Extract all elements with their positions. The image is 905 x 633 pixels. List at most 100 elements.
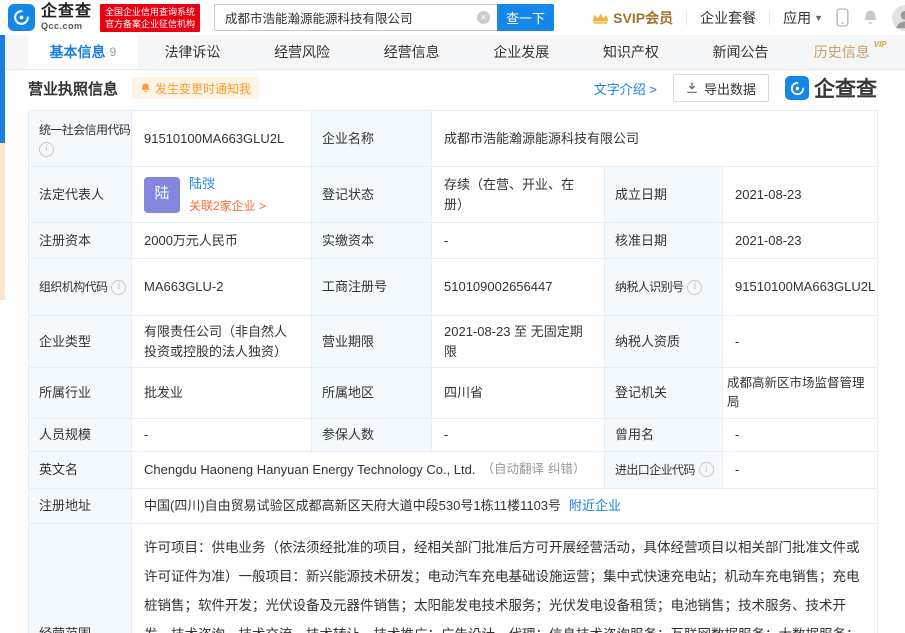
brand-block[interactable]: 企查查 Qcc.com: [41, 4, 92, 31]
label-import-export-code: 进出口企业代码: [605, 452, 723, 489]
label-english-name: 英文名: [29, 452, 132, 489]
svip-member-link[interactable]: SVIP会员: [592, 8, 673, 28]
tab-business-risk[interactable]: 经营风险: [247, 35, 357, 69]
business-license-table: 统一社会信用代码 91510100MA663GLU2L 企业名称 成都市浩能瀚源…: [28, 110, 878, 633]
value-english-name: Chengdu Haoneng Hanyuan Energy Technolog…: [132, 452, 605, 489]
value-taxpayer-quality: -: [723, 316, 878, 368]
nearby-companies-link[interactable]: 附近企业: [569, 496, 621, 516]
value-registration-authority: 成都高新区市场监督管理局: [723, 368, 878, 419]
info-icon[interactable]: [39, 142, 54, 157]
tab-basic-info-label: 基本信息: [49, 42, 105, 62]
tab-news[interactable]: 新闻公告: [686, 35, 796, 69]
value-insured-count: -: [432, 419, 605, 452]
label-business-scope: 经营范围: [29, 524, 132, 633]
header-menu: SVIP会员 企业套餐 应用 ▼: [592, 5, 905, 31]
search-box: ✕ 查一下: [214, 4, 554, 31]
apps-label: 应用: [783, 8, 811, 28]
label-industry: 所属行业: [29, 368, 132, 419]
side-strip-blue: [0, 35, 5, 143]
value-taxpayer-id: 91510100MA663GLU2L: [723, 259, 878, 316]
correction-link[interactable]: 纠错）: [548, 460, 586, 479]
label-registration-status: 登记状态: [312, 167, 432, 223]
search-input[interactable]: [214, 4, 497, 31]
qcc-watermark: 企查查: [785, 73, 877, 103]
user-avatar[interactable]: [892, 5, 905, 31]
value-business-term: 2021-08-23 至 无固定期限: [432, 316, 605, 368]
label-credit-code: 统一社会信用代码: [29, 111, 132, 167]
value-establish-date: 2021-08-23: [723, 167, 878, 223]
label-registration-authority: 登记机关: [605, 368, 723, 419]
tab-legal-litigation[interactable]: 法律诉讼: [138, 35, 248, 69]
label-paid-capital: 实缴资本: [312, 223, 432, 259]
label-registered-capital: 注册资本: [29, 223, 132, 259]
label-company-type: 企业类型: [29, 316, 132, 368]
slogan-line1: 全国企业信用查询系统: [105, 6, 195, 18]
label-approval-date: 核准日期: [605, 223, 723, 259]
info-icon[interactable]: [687, 280, 702, 295]
value-legal-representative: 陆 陆弢 关联2家企业 >: [132, 167, 312, 223]
label-business-reg-no: 工商注册号: [312, 259, 432, 316]
tab-company-development[interactable]: 企业发展: [467, 35, 577, 69]
apps-menu[interactable]: 应用 ▼: [783, 8, 823, 28]
page: 企查查 Qcc.com 全国企业信用查询系统 官方备案企业征信机构 ✕ 查一下 …: [0, 0, 905, 633]
value-registered-capital: 2000万元人民币: [132, 223, 312, 259]
value-business-scope: 许可项目：供电业务（依法须经批准的项目，经相关部门批准后方可开展经营活动，具体经…: [132, 524, 878, 633]
clear-search-icon[interactable]: ✕: [477, 11, 490, 24]
label-establish-date: 成立日期: [605, 167, 723, 223]
export-data-label: 导出数据: [704, 79, 756, 98]
credit-system-badge: 全国企业信用查询系统 官方备案企业征信机构: [100, 4, 200, 32]
value-registration-status: 存续（在营、开业、在册）: [432, 167, 605, 223]
value-paid-capital: -: [432, 223, 605, 259]
text-intro-link[interactable]: 文字介绍 >: [594, 79, 657, 98]
export-data-button[interactable]: 导出数据: [673, 74, 769, 102]
section-controls: 文字介绍 > 导出数据 企查查: [594, 73, 877, 103]
qcc-watermark-icon: [785, 76, 809, 100]
auto-translate-note: （自动翻译: [482, 460, 545, 479]
divider: [686, 11, 687, 25]
divider: [769, 11, 770, 25]
vip-badge: VIP: [874, 40, 887, 49]
tab-bar: 基本信息 9 法律诉讼 经营风险 经营信息 企业发展 知识产权 新闻公告 历史信…: [0, 35, 905, 70]
tab-history-info[interactable]: 历史信息 VIP: [795, 35, 905, 69]
value-company-type: 有限责任公司（非自然人投资或控股的法人独资）: [132, 316, 312, 368]
chevron-down-icon: ▼: [814, 13, 823, 23]
download-icon: [686, 82, 698, 94]
qcc-logo-icon[interactable]: [8, 4, 35, 31]
tab-intellectual-property[interactable]: 知识产权: [576, 35, 686, 69]
value-staff-size: -: [132, 419, 312, 452]
mobile-app-icon[interactable]: [836, 8, 849, 27]
brand-name: 企查查: [41, 4, 92, 20]
value-company-name: 成都市浩能瀚源能源科技有限公司: [432, 111, 878, 167]
enterprise-package-link[interactable]: 企业套餐: [700, 8, 756, 28]
label-region: 所属地区: [312, 368, 432, 419]
crown-icon: [592, 12, 609, 24]
search-button[interactable]: 查一下: [497, 4, 554, 31]
label-registered-address: 注册地址: [29, 489, 132, 524]
bell-icon: [140, 82, 151, 94]
label-company-name: 企业名称: [312, 111, 432, 167]
value-org-code: MA663GLU-2: [132, 259, 312, 316]
legal-rep-name-link[interactable]: 陆弢: [189, 174, 266, 194]
value-approval-date: 2021-08-23: [723, 223, 878, 259]
value-credit-code: 91510100MA663GLU2L: [132, 111, 312, 167]
info-icon[interactable]: [111, 280, 126, 295]
tab-business-info[interactable]: 经营信息: [357, 35, 467, 69]
label-insured-count: 参保人数: [312, 419, 432, 452]
change-notify-button[interactable]: 发生变更时通知我: [132, 77, 259, 99]
value-industry: 批发业: [132, 368, 312, 419]
slogan-line2: 官方备案企业征信机构: [105, 18, 195, 30]
value-import-export-code: -: [723, 452, 878, 489]
value-business-reg-no: 510109002656447: [432, 259, 605, 316]
legal-rep-avatar: 陆: [144, 177, 180, 213]
change-notify-label: 发生变更时通知我: [155, 80, 251, 97]
top-header: 企查查 Qcc.com 全国企业信用查询系统 官方备案企业征信机构 ✕ 查一下 …: [0, 0, 905, 35]
label-staff-size: 人员规模: [29, 419, 132, 452]
info-icon[interactable]: [699, 462, 714, 477]
related-companies-link[interactable]: 关联2家企业 >: [189, 197, 266, 215]
legal-rep-block: 陆 陆弢 关联2家企业 >: [144, 174, 266, 215]
label-taxpayer-quality: 纳税人资质: [605, 316, 723, 368]
label-former-name: 曾用名: [605, 419, 723, 452]
tab-basic-info[interactable]: 基本信息 9: [28, 35, 138, 69]
label-credit-code-text: 统一社会信用代码: [39, 121, 130, 139]
notification-bell-icon[interactable]: [862, 9, 879, 26]
